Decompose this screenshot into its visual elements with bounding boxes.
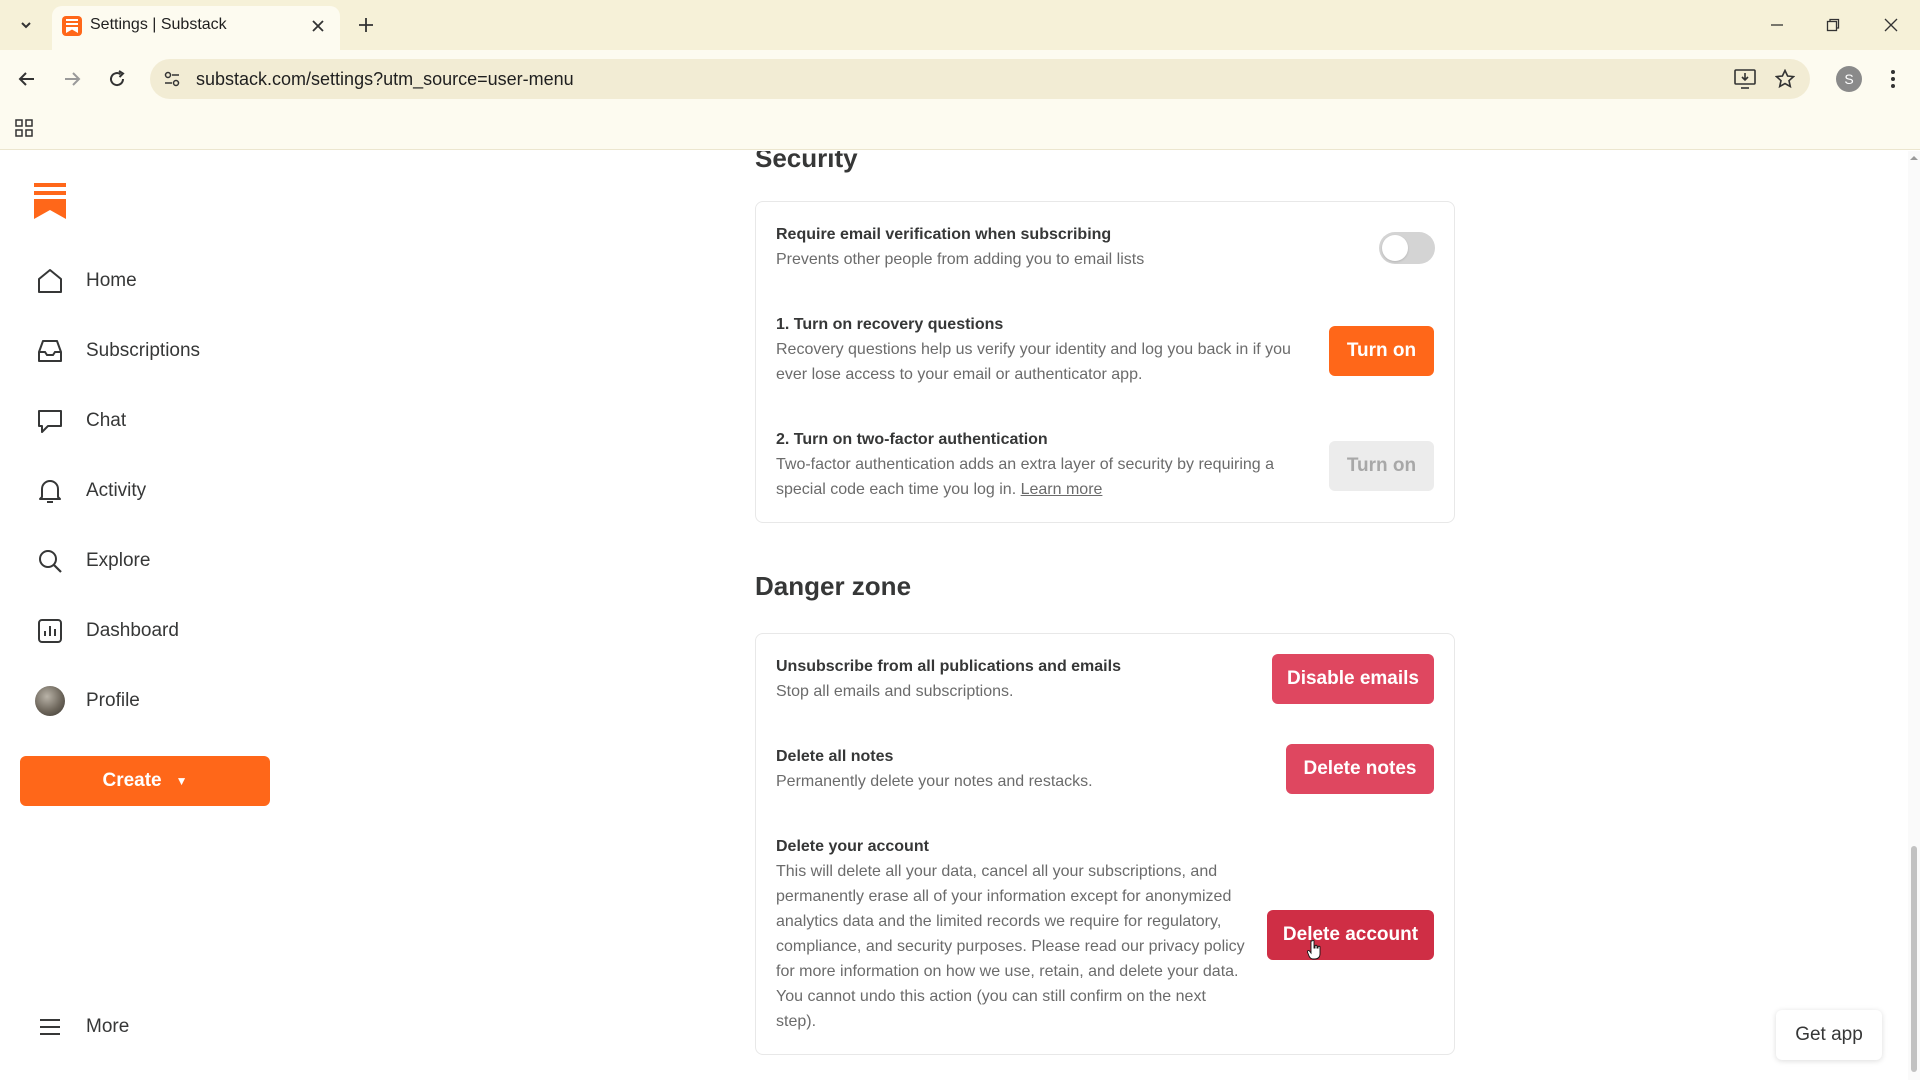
sidebar-item-home[interactable]: Home <box>34 261 137 301</box>
recovery-questions-desc-line: ever lose access to your email or authen… <box>776 366 1143 383</box>
forward-arrow-icon[interactable] <box>57 64 87 94</box>
browser-tab-strip: Settings | Substack <box>0 0 1920 50</box>
home-icon <box>34 265 66 297</box>
back-arrow-icon[interactable] <box>12 64 42 94</box>
delete-notes-button[interactable]: Delete notes <box>1286 744 1434 794</box>
sidebar-item-subscriptions[interactable]: Subscriptions <box>34 331 200 371</box>
email-verification-title: Require email verification when subscrib… <box>776 226 1112 243</box>
unsubscribe-title: Unsubscribe from all publications and em… <box>776 658 1121 675</box>
get-app-button[interactable]: Get app <box>1776 1010 1882 1060</box>
substack-favicon-icon <box>62 16 82 36</box>
security-section-title: Security <box>755 151 858 173</box>
more-label: More <box>86 1016 130 1037</box>
sidebar-item-label: Activity <box>86 480 147 501</box>
scrollbar-thumb[interactable] <box>1911 846 1917 1072</box>
delete-account-desc-line: analytics data and the limited records w… <box>776 913 1222 930</box>
email-verification-desc: Prevents other people from adding you to… <box>776 251 1145 268</box>
email-verification-row: Require email verification when subscrib… <box>776 222 1144 272</box>
delete-account-desc-line: This will delete all your data, cancel a… <box>776 863 1218 880</box>
sidebar-item-chat[interactable]: Chat <box>34 401 126 441</box>
sidebar-item-label: Dashboard <box>86 620 179 641</box>
bell-icon <box>34 475 66 507</box>
bookmark-star-icon[interactable] <box>1772 67 1798 91</box>
browser-menu-icon[interactable] <box>1880 64 1906 94</box>
close-window-icon[interactable] <box>1876 10 1906 40</box>
tab-title: Settings | Substack <box>90 16 227 33</box>
two-factor-row: 2. Turn on two-factor authentication Two… <box>776 427 1274 502</box>
new-tab-plus-icon[interactable] <box>352 11 380 39</box>
sidebar-item-profile[interactable]: Profile <box>34 681 140 721</box>
tab-search-chevron-icon[interactable] <box>12 11 40 39</box>
delete-account-button[interactable]: Delete account <box>1267 910 1434 960</box>
site-info-icon[interactable] <box>160 67 184 91</box>
danger-zone-card: Unsubscribe from all publications and em… <box>755 633 1455 1055</box>
chart-icon <box>34 615 66 647</box>
two-factor-title: 2. Turn on two-factor authentication <box>776 431 1048 448</box>
scroll-up-arrow-icon[interactable] <box>1909 153 1919 163</box>
address-bar[interactable]: substack.com/settings?utm_source=user-me… <box>150 59 1810 99</box>
two-factor-desc-text: special code each time you log in. <box>776 481 1017 498</box>
sidebar-item-label: Profile <box>86 690 140 711</box>
delete-account-desc-line: step). <box>776 1013 817 1030</box>
create-button[interactable]: Create ▼ <box>20 756 270 806</box>
unsubscribe-row: Unsubscribe from all publications and em… <box>776 654 1121 704</box>
disable-emails-button[interactable]: Disable emails <box>1272 654 1434 704</box>
delete-account-desc-line: for more information on how we use, reta… <box>776 963 1239 980</box>
delete-account-row: Delete your account This will delete all… <box>776 834 1245 1034</box>
browser-profile-avatar[interactable]: S <box>1836 66 1862 92</box>
email-verification-toggle[interactable] <box>1379 232 1435 264</box>
delete-account-desc-line: permanently erase all of your informatio… <box>776 888 1232 905</box>
learn-more-link[interactable]: Learn more <box>1021 481 1103 498</box>
recovery-questions-row: 1. Turn on recovery questions Recovery q… <box>776 312 1291 387</box>
turn-on-recovery-button[interactable]: Turn on <box>1329 326 1434 376</box>
chat-icon <box>34 405 66 437</box>
sidebar-item-label: Subscriptions <box>86 340 201 361</box>
two-factor-desc-line: special code each time you log in. Learn… <box>776 477 1274 502</box>
sidebar-item-activity[interactable]: Activity <box>34 471 146 511</box>
toggle-knob <box>1382 235 1408 261</box>
search-icon <box>34 545 66 577</box>
reload-icon[interactable] <box>102 64 132 94</box>
minimize-icon[interactable] <box>1762 10 1792 40</box>
tab-groups-grid-icon[interactable] <box>12 116 36 140</box>
browser-toolbar: substack.com/settings?utm_source=user-me… <box>0 50 1920 108</box>
tab-close-icon[interactable] <box>306 14 330 38</box>
two-factor-desc-line: Two-factor authentication adds an extra … <box>776 456 1275 473</box>
recovery-questions-desc-line: Recovery questions help us verify your i… <box>776 341 1291 358</box>
bookmarks-bar <box>0 108 1920 150</box>
caret-down-icon: ▼ <box>175 774 188 788</box>
danger-zone-section-title: Danger zone <box>755 571 912 601</box>
avatar <box>34 685 66 717</box>
delete-account-desc-line: You cannot undo this action (you can sti… <box>776 988 1206 1005</box>
sidebar-item-dashboard[interactable]: Dashboard <box>34 611 179 651</box>
sidebar-item-explore[interactable]: Explore <box>34 541 150 581</box>
security-card: Require email verification when subscrib… <box>755 201 1455 523</box>
create-button-label: Create <box>102 770 162 791</box>
active-tab[interactable]: Settings | Substack <box>52 6 340 50</box>
delete-account-title: Delete your account <box>776 838 929 855</box>
install-app-icon[interactable] <box>1732 67 1758 91</box>
sidebar-item-label: Home <box>86 270 137 291</box>
unsubscribe-desc: Stop all emails and subscriptions. <box>776 683 1014 700</box>
delete-notes-title: Delete all notes <box>776 748 894 765</box>
page-scrollbar[interactable] <box>1908 151 1920 1080</box>
delete-notes-row: Delete all notes Permanently delete your… <box>776 744 1093 794</box>
delete-notes-desc: Permanently delete your notes and restac… <box>776 773 1093 790</box>
sidebar-item-label: Explore <box>86 550 151 571</box>
hamburger-menu-icon <box>34 1011 66 1043</box>
sidebar-item-label: Chat <box>86 410 127 431</box>
delete-account-desc-line: compliance, and security purposes. Pleas… <box>776 938 1245 955</box>
inbox-icon <box>34 335 66 367</box>
more-menu-button[interactable]: More <box>34 1010 129 1044</box>
restore-icon[interactable] <box>1818 10 1848 40</box>
recovery-questions-title: 1. Turn on recovery questions <box>776 316 1004 333</box>
hand-pointer-cursor-icon <box>1307 940 1321 960</box>
settings-page: Home Subscriptions Chat Activity Explore… <box>0 151 1920 1080</box>
substack-logo-icon[interactable] <box>34 183 66 219</box>
turn-on-two-factor-button[interactable]: Turn on <box>1329 441 1434 491</box>
url-text: substack.com/settings?utm_source=user-me… <box>196 69 574 89</box>
